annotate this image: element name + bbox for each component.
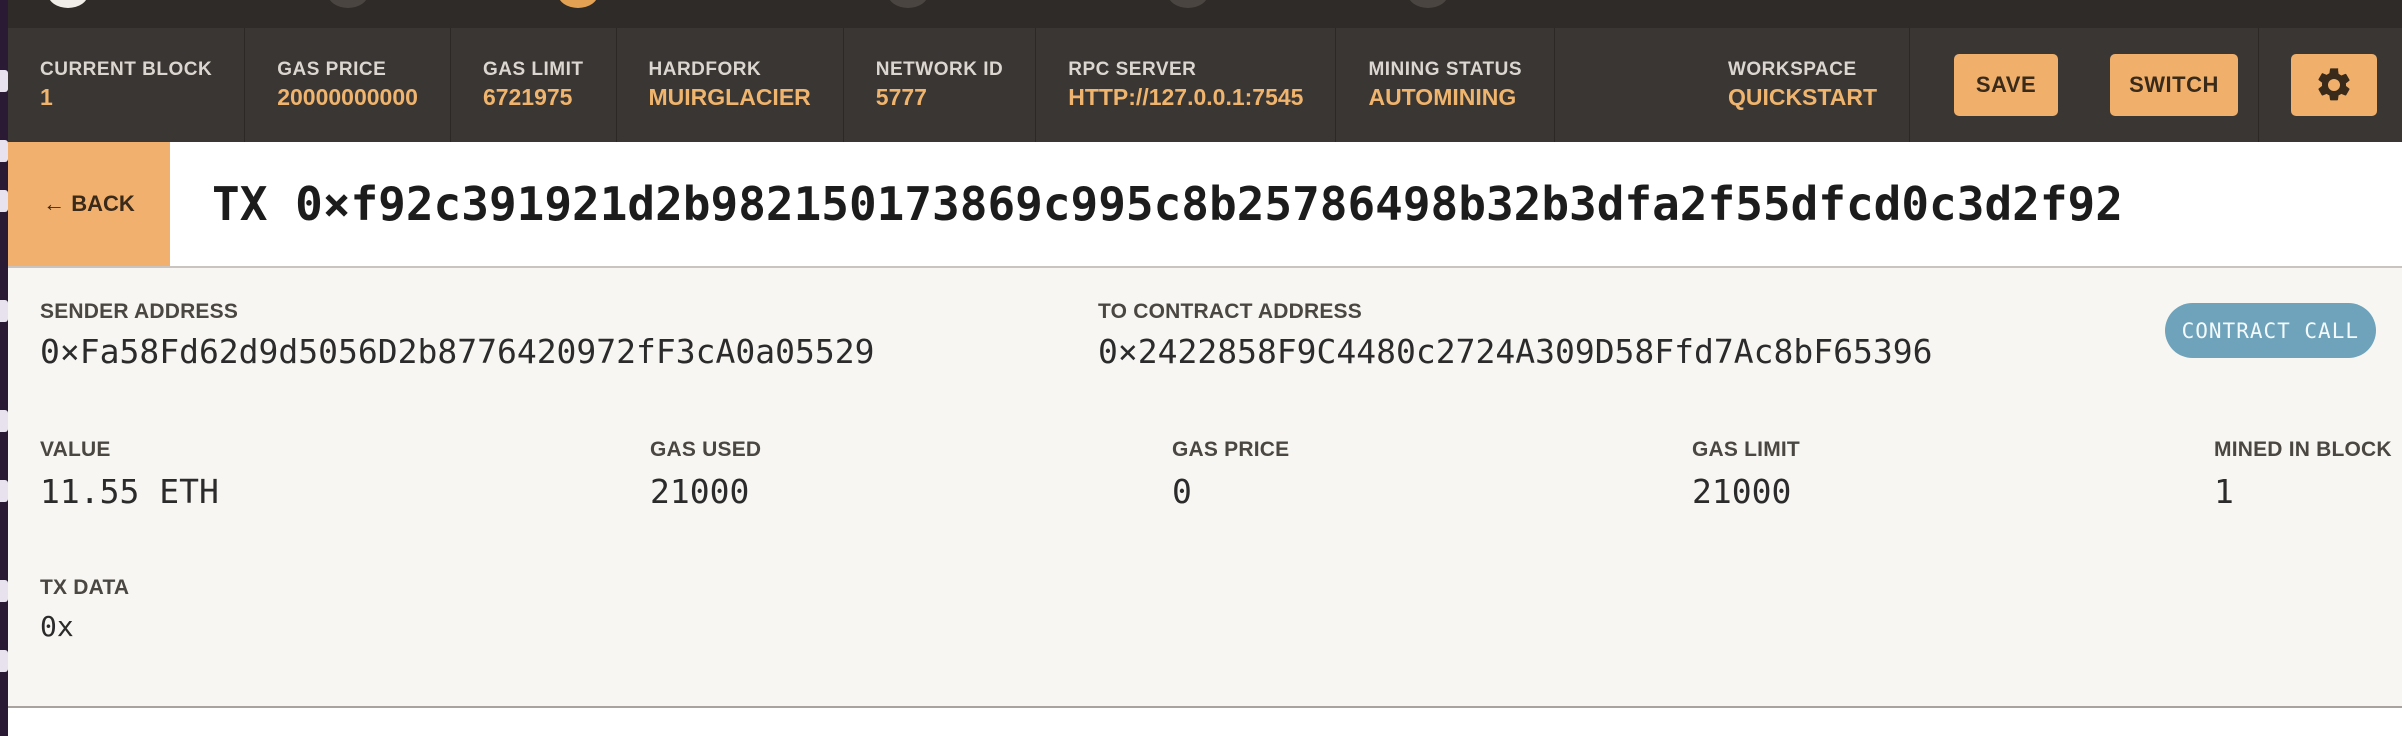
contract-call-badge: CONTRACT CALL xyxy=(2164,303,2376,358)
status-current-block: CURRENT BLOCK 1 xyxy=(8,28,246,142)
top-nav-bar xyxy=(8,0,2402,28)
nav-icon[interactable] xyxy=(1168,0,1208,8)
nav-icon[interactable] xyxy=(888,0,928,8)
tx-data-label: TX DATA xyxy=(40,576,130,599)
bottom-area xyxy=(8,710,2402,736)
status-label: NETWORK ID xyxy=(875,59,1004,80)
window-edge-strip xyxy=(0,0,8,736)
save-button[interactable]: SAVE xyxy=(1954,54,2058,116)
edge-mark xyxy=(0,480,8,502)
save-button-wrap: SAVE xyxy=(1910,28,2080,142)
status-label: CURRENT BLOCK xyxy=(40,59,213,80)
status-rpc-server: RPC SERVER HTTP://127.0.0.1:7545 xyxy=(1036,28,1337,142)
nav-icon[interactable] xyxy=(328,0,368,8)
edge-mark xyxy=(0,140,8,162)
tx-data-value: 0x xyxy=(40,610,74,643)
sender-address-value: 0×Fa58Fd62d9d5056D2b8776420972fF3cA0a055… xyxy=(40,332,875,371)
page-title: TX 0×f92c391921d2b982150173869c995c8b257… xyxy=(212,177,2123,231)
sender-address-label: SENDER ADDRESS xyxy=(40,300,239,323)
status-value: 20000000000 xyxy=(277,84,418,110)
switch-button[interactable]: SWITCH xyxy=(2110,54,2238,116)
status-workspace: WORKSPACE QUICKSTART xyxy=(1696,28,1910,142)
status-hardfork: HARDFORK MUIRGLACIER xyxy=(617,28,844,142)
status-value: 5777 xyxy=(875,84,927,110)
to-contract-address-value: 0×2422858F9C4480c2724A309D58Ffd7Ac8bF653… xyxy=(1098,332,1933,371)
to-contract-address-label: TO CONTRACT ADDRESS xyxy=(1098,300,1362,323)
mined-in-block-value: 1 xyxy=(2214,472,2234,511)
status-value: 1 xyxy=(40,84,53,110)
status-spacer xyxy=(1555,28,1696,142)
status-bar: CURRENT BLOCK 1 GAS PRICE 20000000000 GA… xyxy=(8,28,2402,142)
transaction-title-row: ← BACK TX 0×f92c391921d2b982150173869c99… xyxy=(8,142,2402,268)
nav-icon[interactable] xyxy=(48,0,88,8)
gas-limit-label: GAS LIMIT xyxy=(1692,438,1800,461)
transaction-details: SENDER ADDRESS 0×Fa58Fd62d9d5056D2b87764… xyxy=(8,268,2402,708)
status-label: HARDFORK xyxy=(648,59,762,80)
nav-icon[interactable] xyxy=(1408,0,1448,8)
nav-icon[interactable] xyxy=(558,0,598,8)
value-label: VALUE xyxy=(40,438,111,461)
status-network-id: NETWORK ID 5777 xyxy=(844,28,1037,142)
edge-mark xyxy=(0,300,8,322)
gas-used-label: GAS USED xyxy=(650,438,762,461)
settings-button[interactable] xyxy=(2291,54,2377,116)
status-label: GAS LIMIT xyxy=(482,59,584,80)
status-label: RPC SERVER xyxy=(1068,59,1197,80)
status-gas-price: GAS PRICE 20000000000 xyxy=(245,28,451,142)
status-value: AUTOMINING xyxy=(1368,84,1517,110)
status-value: HTTP://127.0.0.1:7545 xyxy=(1068,84,1304,110)
gas-used-value: 21000 xyxy=(650,472,750,511)
edge-mark xyxy=(0,70,8,92)
back-button[interactable]: ← BACK xyxy=(8,142,170,266)
status-mining-status: MINING STATUS AUTOMINING xyxy=(1336,28,1556,142)
workspace-name: QUICKSTART xyxy=(1727,84,1877,110)
status-value: MUIRGLACIER xyxy=(648,84,811,110)
edge-mark xyxy=(0,190,8,212)
edge-mark xyxy=(0,650,8,672)
edge-mark xyxy=(0,580,8,602)
gas-price-value: 0 xyxy=(1172,472,1192,511)
workspace-label: WORKSPACE xyxy=(1727,59,1857,80)
gear-icon xyxy=(2318,68,2350,101)
settings-button-wrap xyxy=(2259,28,2402,142)
switch-button-wrap: SWITCH xyxy=(2080,28,2259,142)
gas-price-label: GAS PRICE xyxy=(1172,438,1290,461)
status-value: 6721975 xyxy=(482,84,573,110)
status-gas-limit: GAS LIMIT 6721975 xyxy=(451,28,617,142)
edge-mark xyxy=(0,410,8,432)
gas-limit-value: 21000 xyxy=(1692,472,1792,511)
value-value: 11.55 ETH xyxy=(40,472,219,511)
mined-in-block-label: MINED IN BLOCK xyxy=(2214,438,2392,461)
status-label: GAS PRICE xyxy=(277,59,387,80)
status-label: MINING STATUS xyxy=(1368,59,1523,80)
